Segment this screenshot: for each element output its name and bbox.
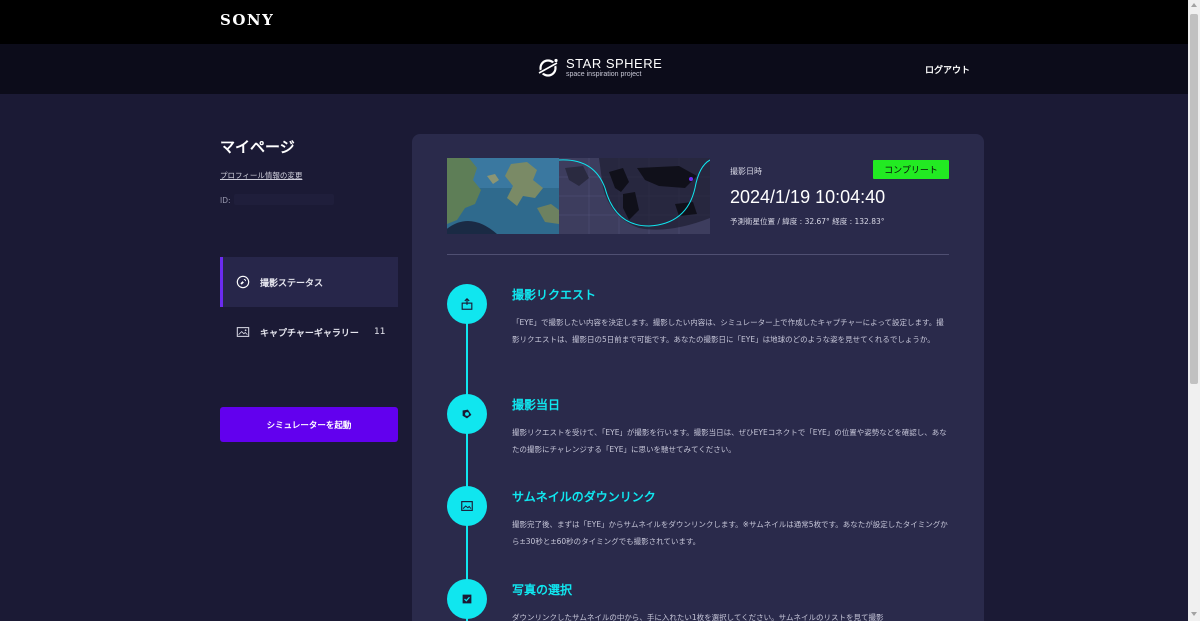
step-description: ダウンリンクしたサムネイルの中から、手に入れたい1枚を選択してください。サムネイ… (512, 613, 884, 621)
star-sphere-logo[interactable]: STAR SPHERE space inspiration project (536, 56, 662, 80)
capture-info: 撮影日時 2024/1/19 10:04:40 予測衛星位置 / 緯度 : 32… (730, 158, 885, 227)
sidebar-item-capture-gallery[interactable]: キャプチャーギャラリー 11 (220, 307, 398, 357)
satellite-icon (236, 275, 250, 289)
user-id-label: ID: (220, 196, 231, 205)
gallery-icon (236, 327, 250, 337)
image-icon (447, 486, 487, 526)
launch-simulator-button[interactable]: シミュレーターを起動 (220, 407, 398, 442)
page-title: マイページ (220, 138, 295, 156)
sidebar-item-label: 撮影ステータス (260, 278, 324, 289)
status-badge: コンプリート (873, 160, 949, 179)
timeline-line (466, 306, 468, 621)
divider (447, 254, 949, 255)
star-sphere-logo-icon (536, 58, 560, 77)
scroll-down-arrow-icon[interactable] (1191, 612, 1197, 616)
step-description: 撮影リクエストを受けて、「EYE」が撮影を行います。撮影当日は、ぜひEYEコネク… (512, 428, 947, 454)
request-icon (447, 284, 487, 324)
logout-link[interactable]: ログアウト (925, 63, 970, 76)
sidebar-item-label: キャプチャーギャラリー (260, 328, 359, 339)
capture-datetime: 2024/1/19 10:04:40 (730, 187, 886, 207)
user-id-value (234, 194, 334, 205)
step-title: 撮影リクエスト (512, 288, 597, 302)
step-description: 撮影完了後、まずは「EYE」からサムネイルをダウンリンクします。※サムネイルは通… (512, 520, 948, 546)
profile-edit-link[interactable]: プロフィール情報の変更 (220, 170, 302, 181)
predicted-position: 予測衛星位置 / 緯度 : 32.67° 経度 : 132.83° (730, 217, 885, 226)
capture-thumbnail[interactable] (447, 158, 559, 234)
orbit-map-graphic (559, 158, 710, 234)
page-scrollbar[interactable] (1188, 0, 1200, 621)
gallery-count: 11 (374, 327, 386, 337)
datetime-label: 撮影日時 (730, 167, 762, 176)
step-title: 撮影当日 (512, 398, 561, 412)
sony-top-bar: SONY (0, 0, 1188, 44)
sidebar-item-capture-status[interactable]: 撮影ステータス (220, 257, 398, 307)
brand-text: STAR SPHERE space inspiration project (566, 57, 662, 79)
brand-title: STAR SPHERE (566, 56, 663, 71)
satellite-photo (447, 158, 559, 234)
checkbox-icon (447, 579, 487, 619)
orbit-map[interactable] (559, 158, 710, 234)
step-title: サムネイルのダウンリンク (512, 490, 656, 504)
step-description: 「EYE」で撮影したい内容を決定します。撮影したい内容は、シミュレーター上で作成… (512, 318, 944, 344)
brand-subtitle: space inspiration project (566, 71, 642, 78)
camera-shutter-icon (447, 394, 487, 434)
capture-status-card: 撮影日時 2024/1/19 10:04:40 予測衛星位置 / 緯度 : 32… (412, 134, 984, 621)
site-header: STAR SPHERE space inspiration project ログ… (0, 44, 1188, 94)
scroll-thumb[interactable] (1190, 14, 1198, 384)
step-title: 写真の選択 (512, 583, 573, 597)
sony-logo[interactable]: SONY (220, 11, 274, 29)
scroll-up-arrow-icon[interactable] (1191, 3, 1197, 7)
